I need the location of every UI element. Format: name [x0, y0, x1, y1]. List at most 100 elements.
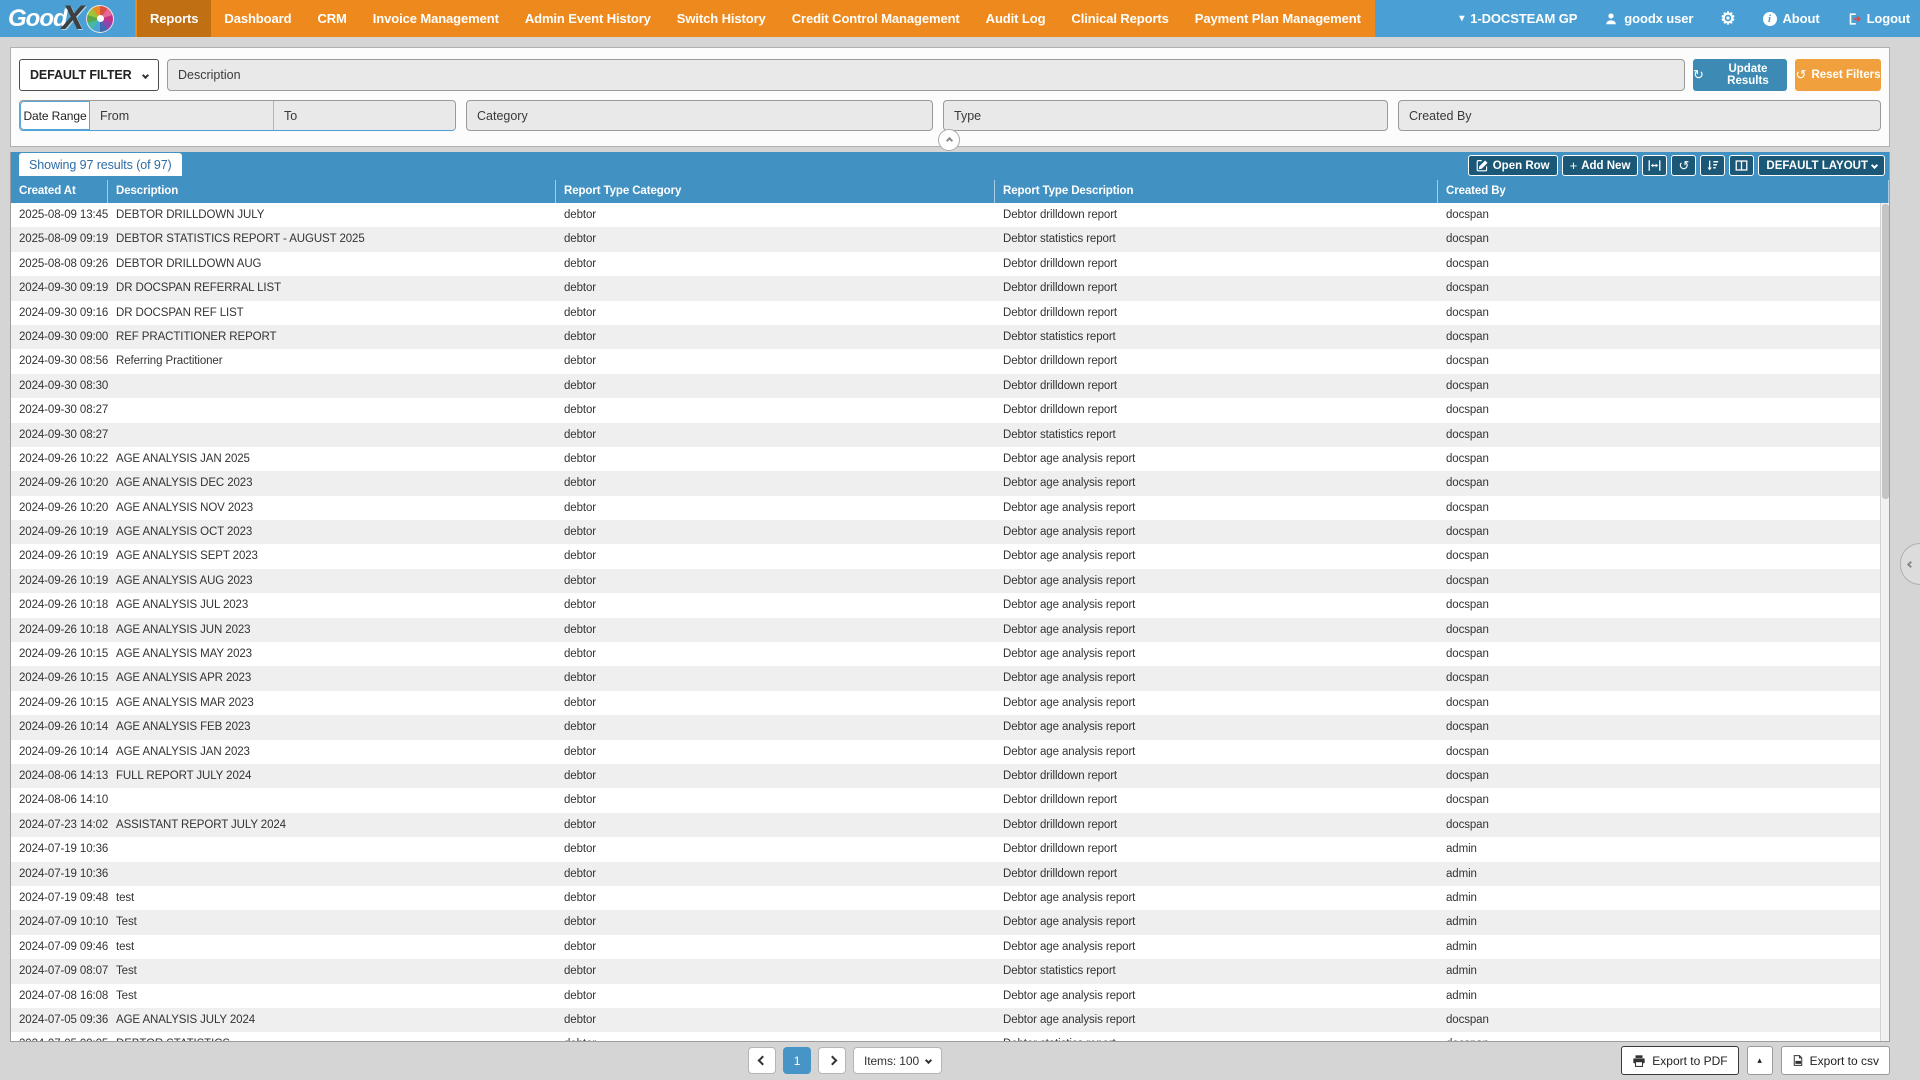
- table-row[interactable]: 2025-08-08 09:26:39DEBTOR DRILLDOWN AUGd…: [11, 252, 1889, 276]
- goodx-logo[interactable]: GoodX: [0, 0, 135, 37]
- about-button[interactable]: i About: [1763, 11, 1820, 26]
- table-row[interactable]: 2024-09-26 10:15:58AGE ANALYSIS MAY 2023…: [11, 642, 1889, 666]
- autosize-columns-button[interactable]: [1642, 155, 1667, 176]
- date-from-input[interactable]: [90, 101, 274, 130]
- table-row[interactable]: 2024-09-26 10:15:10AGE ANALYSIS MAR 2023…: [11, 691, 1889, 715]
- column-header-report-type-category[interactable]: Report Type Category: [556, 180, 995, 203]
- table-row[interactable]: 2024-09-26 10:19:20AGE ANALYSIS AUG 2023…: [11, 569, 1889, 593]
- table-row[interactable]: 2025-08-09 13:45:16DEBTOR DRILLDOWN JULY…: [11, 203, 1889, 227]
- type-filter-input[interactable]: [943, 100, 1388, 131]
- table-row[interactable]: 2024-07-08 16:08:48TestdebtorDebtor age …: [11, 984, 1889, 1008]
- table-row[interactable]: 2024-09-30 09:19:24DR DOCSPAN REFERRAL L…: [11, 276, 1889, 300]
- cell-report-type-category: debtor: [556, 715, 995, 739]
- category-filter-input[interactable]: [466, 100, 933, 131]
- table-row[interactable]: 2024-09-26 10:18:47AGE ANALYSIS JUL 2023…: [11, 593, 1889, 617]
- chevron-right-icon: [827, 1056, 837, 1066]
- export-pdf-button[interactable]: Export to PDF: [1621, 1046, 1738, 1075]
- current-page-button[interactable]: 1: [783, 1047, 811, 1074]
- table-row[interactable]: 2024-09-26 10:18:29AGE ANALYSIS JUN 2023…: [11, 618, 1889, 642]
- reset-filters-button[interactable]: ↺ Reset Filters: [1795, 59, 1881, 91]
- update-results-button[interactable]: ↻ Update Results: [1693, 59, 1787, 91]
- reset-layout-button[interactable]: ↺: [1671, 155, 1696, 176]
- table-row[interactable]: 2024-07-05 09:05:48DEBTOR STATISTICSdebt…: [11, 1032, 1889, 1041]
- table-row[interactable]: 2024-07-09 09:46:04testdebtorDebtor age …: [11, 935, 1889, 959]
- table-row[interactable]: 2024-09-26 10:19:38AGE ANALYSIS SEPT 202…: [11, 544, 1889, 568]
- table-row[interactable]: 2024-08-06 14:13:00FULL REPORT JULY 2024…: [11, 764, 1889, 788]
- nav-item-crm[interactable]: CRM: [304, 0, 359, 37]
- items-per-page-select[interactable]: Items: 100: [853, 1047, 942, 1074]
- description-filter-input[interactable]: [167, 59, 1685, 91]
- nav-item-audit-log[interactable]: Audit Log: [973, 0, 1059, 37]
- created-by-filter-input[interactable]: [1398, 100, 1881, 131]
- practice-selector[interactable]: ▾ 1-DOCSTEAM GP: [1459, 11, 1577, 26]
- nav-item-invoice-management[interactable]: Invoice Management: [360, 0, 512, 37]
- table-row[interactable]: 2024-09-26 10:22:00AGE ANALYSIS JAN 2025…: [11, 447, 1889, 471]
- column-header-created-by[interactable]: Created By: [1438, 180, 1889, 203]
- nav-item-payment-plan-management[interactable]: Payment Plan Management: [1182, 0, 1374, 37]
- date-to-input[interactable]: [274, 101, 455, 130]
- cell-created-by: docspan: [1438, 788, 1889, 812]
- logout-button[interactable]: Logout: [1847, 11, 1910, 26]
- table-row[interactable]: 2024-09-30 08:27:43debtorDebtor drilldow…: [11, 398, 1889, 422]
- columns-button[interactable]: [1729, 155, 1754, 176]
- export-pdf-options-button[interactable]: ▴: [1747, 1046, 1773, 1075]
- table-row[interactable]: 2024-09-26 10:14:13AGE ANALYSIS JAN 2023…: [11, 740, 1889, 764]
- scrollbar-thumb[interactable]: [1882, 204, 1889, 499]
- cell-report-type-description: Debtor drilldown report: [995, 276, 1438, 300]
- column-header-report-type-description[interactable]: Report Type Description: [995, 180, 1438, 203]
- table-row[interactable]: 2024-09-30 08:30:51debtorDebtor drilldow…: [11, 374, 1889, 398]
- cell-created-at: 2024-07-09 08:07:30: [11, 959, 108, 983]
- settings-button[interactable]: ⚙: [1720, 10, 1735, 27]
- cell-created-by: docspan: [1438, 227, 1889, 251]
- table-row[interactable]: 2024-09-30 08:27:33debtorDebtor statisti…: [11, 423, 1889, 447]
- table-row[interactable]: 2024-09-30 08:56:10Referring Practitione…: [11, 349, 1889, 373]
- table-row[interactable]: 2024-09-26 10:20:25AGE ANALYSIS DEC 2023…: [11, 471, 1889, 495]
- cell-created-by: docspan: [1438, 813, 1889, 837]
- previous-page-button[interactable]: [748, 1047, 776, 1074]
- cell-description: Test: [108, 910, 556, 934]
- cell-created-by: docspan: [1438, 569, 1889, 593]
- cell-report-type-category: debtor: [556, 447, 995, 471]
- filter-preset-select[interactable]: DEFAULT FILTER: [19, 59, 159, 91]
- table-row[interactable]: 2024-07-09 10:10:50TestdebtorDebtor age …: [11, 910, 1889, 934]
- cell-description: AGE ANALYSIS MAY 2023: [108, 642, 556, 666]
- table-row[interactable]: 2024-09-30 09:00:30REF PRACTITIONER REPO…: [11, 325, 1889, 349]
- nav-item-clinical-reports[interactable]: Clinical Reports: [1058, 0, 1181, 37]
- table-row[interactable]: 2024-07-19 10:36:37debtorDebtor drilldow…: [11, 837, 1889, 861]
- column-header-description[interactable]: Description: [108, 180, 556, 203]
- nav-item-reports[interactable]: Reports: [137, 0, 211, 37]
- cell-report-type-description: Debtor age analysis report: [995, 520, 1438, 544]
- nav-item-credit-control-management[interactable]: Credit Control Management: [779, 0, 973, 37]
- table-row[interactable]: 2024-09-26 10:14:43AGE ANALYSIS FEB 2023…: [11, 715, 1889, 739]
- cell-report-type-description: Debtor drilldown report: [995, 788, 1438, 812]
- table-row[interactable]: 2024-08-06 14:10:23debtorDebtor drilldow…: [11, 788, 1889, 812]
- nav-item-admin-event-history[interactable]: Admin Event History: [512, 0, 664, 37]
- table-row[interactable]: 2024-09-30 09:16:29DR DOCSPAN REF LISTde…: [11, 301, 1889, 325]
- table-row[interactable]: 2024-07-19 09:48:56testdebtorDebtor age …: [11, 886, 1889, 910]
- column-header-created-at[interactable]: Created At: [11, 180, 108, 203]
- cell-report-type-category: debtor: [556, 910, 995, 934]
- layout-select-button[interactable]: DEFAULT LAYOUT: [1758, 155, 1885, 176]
- cell-report-type-description: Debtor age analysis report: [995, 886, 1438, 910]
- collapse-filters-button[interactable]: [938, 129, 960, 151]
- next-page-button[interactable]: [818, 1047, 846, 1074]
- nav-item-dashboard[interactable]: Dashboard: [211, 0, 304, 37]
- cell-report-type-category: debtor: [556, 423, 995, 447]
- add-new-button[interactable]: + Add New: [1562, 155, 1639, 176]
- table-row[interactable]: 2024-09-26 10:19:57AGE ANALYSIS OCT 2023…: [11, 520, 1889, 544]
- table-row[interactable]: 2024-07-19 10:36:04debtorDebtor drilldow…: [11, 862, 1889, 886]
- open-row-button[interactable]: Open Row: [1468, 155, 1558, 176]
- table-row[interactable]: 2024-07-09 08:07:30TestdebtorDebtor stat…: [11, 959, 1889, 983]
- table-row[interactable]: 2024-09-26 10:20:11AGE ANALYSIS NOV 2023…: [11, 496, 1889, 520]
- sort-button[interactable]: [1700, 155, 1725, 176]
- table-row[interactable]: 2024-07-05 09:36:54AGE ANALYSIS JULY 202…: [11, 1008, 1889, 1032]
- user-menu[interactable]: goodx user: [1604, 11, 1693, 26]
- side-panel-expander[interactable]: [1900, 543, 1920, 585]
- cell-created-at: 2024-09-26 10:15:10: [11, 691, 108, 715]
- table-row[interactable]: 2024-09-26 10:15:41AGE ANALYSIS APR 2023…: [11, 666, 1889, 690]
- table-row[interactable]: 2024-07-23 14:02:46ASSISTANT REPORT JULY…: [11, 813, 1889, 837]
- export-csv-button[interactable]: Export to csv: [1781, 1046, 1890, 1075]
- nav-item-switch-history[interactable]: Switch History: [664, 0, 779, 37]
- table-row[interactable]: 2025-08-09 09:19:24DEBTOR STATISTICS REP…: [11, 227, 1889, 251]
- cell-created-at: 2024-09-30 09:16:29: [11, 301, 108, 325]
